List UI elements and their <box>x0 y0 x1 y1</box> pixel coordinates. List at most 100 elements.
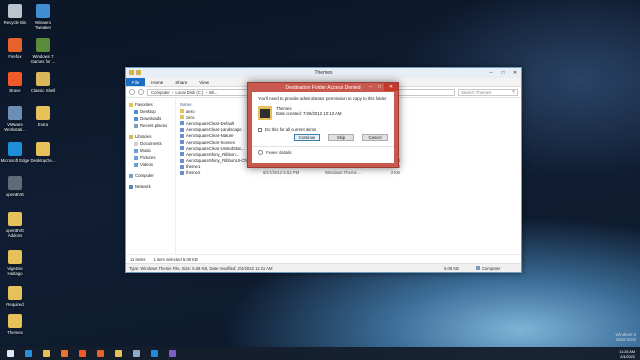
desktop-icon-label: Classic Shell <box>30 88 56 93</box>
taskbar-media-button[interactable] <box>57 348 71 359</box>
desktop-icon-item[interactable]: openBVE <box>0 176 30 197</box>
recent-icon <box>134 123 138 128</box>
close-button[interactable]: ✕ <box>509 68 521 77</box>
tab-view[interactable]: View <box>193 78 215 86</box>
back-button[interactable] <box>129 89 135 95</box>
nav-favorites[interactable]: Favorites <box>129 101 175 108</box>
file-name: AeroSquareClear-UnitedStat... <box>186 145 245 151</box>
app-icon <box>8 250 22 264</box>
taskbar-start-button[interactable] <box>3 348 17 359</box>
continue-button[interactable]: Continue <box>294 134 320 141</box>
breadcrumb-computer[interactable]: Computer <box>151 90 170 95</box>
minimize-button[interactable]: – <box>485 68 497 77</box>
desktop-icon-item[interactable]: Winaero Tweaker <box>28 4 58 30</box>
details-size: 5.08 KB <box>444 265 459 271</box>
search-input[interactable]: Search Themes ⚲ <box>458 88 518 96</box>
nav-documents[interactable]: Documents <box>129 140 175 147</box>
edge-icon <box>150 350 158 357</box>
desktop-icon-item[interactable]: Recycle Bin <box>0 4 30 25</box>
desktop-icon-item[interactable]: Themes <box>0 314 30 335</box>
file-row[interactable]: theme2 8/17/2012 5:52 PM Windows Theme ...… <box>180 170 521 176</box>
nav-label: Computer <box>135 173 154 178</box>
breadcrumb-windows[interactable]: Wi... <box>209 90 218 95</box>
folder-icon[interactable] <box>129 70 134 75</box>
skip-button[interactable]: Skip <box>328 134 354 141</box>
taskbar-edge-button[interactable] <box>147 348 161 359</box>
nav-label: Music <box>140 148 152 153</box>
tab-share[interactable]: Share <box>169 78 193 86</box>
desktop-icon-item[interactable]: Classic Shell <box>28 72 58 93</box>
theme-file-icon <box>180 127 184 132</box>
desktop-icon-item[interactable]: Firefox <box>0 38 30 59</box>
computer-icon <box>476 266 480 270</box>
desktop-icon-label: Themes <box>7 330 23 335</box>
file-name: AeroSquareClear-Nature <box>186 133 234 139</box>
system-clock[interactable]: 11:26 AM 2/4/2022 <box>619 350 635 359</box>
maximize-button[interactable]: □ <box>375 83 384 91</box>
nav-downloads[interactable]: Downloads <box>129 115 175 122</box>
taskbar-explorer-button[interactable] <box>39 348 53 359</box>
desktop-icon-label: Windows 7 Games for ... <box>30 54 56 64</box>
desktop-icon-label: VMware Workstati... <box>4 122 26 132</box>
taskbar-vs-button[interactable] <box>165 348 179 359</box>
forward-button[interactable] <box>138 89 144 95</box>
taskbar-brave-button[interactable] <box>75 348 89 359</box>
desktop-icon-item[interactable]: Microsoft Edge <box>0 142 30 163</box>
taskbar-firefox-button[interactable] <box>93 348 107 359</box>
location-label: Computer <box>482 265 501 271</box>
theme-file-icon <box>180 140 184 145</box>
desktop-icon-item[interactable]: Brave <box>0 72 30 93</box>
apply-all-checkbox[interactable] <box>258 127 262 132</box>
nav-videos[interactable]: Videos <box>129 161 175 168</box>
properties-icon[interactable] <box>136 70 141 75</box>
taskbar-ie-button[interactable] <box>21 348 35 359</box>
cancel-button[interactable]: Cancel <box>362 134 388 141</box>
nav-recent[interactable]: Recent places <box>129 122 175 129</box>
library-icon <box>129 134 133 139</box>
fewer-details-label: Fewer details <box>266 150 292 155</box>
file-date: 8/17/2012 5:52 PM <box>263 170 300 176</box>
theme-file-icon <box>180 164 184 169</box>
download-icon <box>134 116 138 121</box>
minimize-button[interactable]: – <box>366 83 375 91</box>
close-button[interactable]: ✕ <box>384 83 398 91</box>
tab-home[interactable]: Home <box>145 78 169 86</box>
tab-file[interactable]: File <box>126 78 146 86</box>
details-text: Type: Windows Theme File, Size: 5.08 KB,… <box>129 265 273 271</box>
nav-network[interactable]: Network <box>129 183 175 190</box>
desktop-icon-item[interactable]: Windows 7 Games for ... <box>28 38 58 64</box>
music-icon <box>134 148 138 153</box>
file-name: AeroSquareClear-Default <box>186 120 235 126</box>
computer-icon <box>129 173 133 178</box>
taskbar-vm-button[interactable] <box>129 348 143 359</box>
star-icon <box>129 102 133 107</box>
desktop-icon-item[interactable]: Extra <box>28 106 58 127</box>
breadcrumb-local-disk[interactable]: Local Disk (C:) <box>175 90 203 95</box>
app-icon <box>36 38 50 52</box>
app-icon <box>8 314 22 328</box>
nav-libraries[interactable]: Libraries <box>129 133 175 140</box>
desktop-icon-item[interactable]: DesktopGe... <box>28 142 58 163</box>
explorer-titlebar: Themes – □ ✕ <box>126 68 521 78</box>
chevron-up-icon <box>258 150 263 155</box>
nav-music[interactable]: Music <box>129 147 175 154</box>
fewer-details-toggle[interactable]: Fewer details <box>258 150 388 155</box>
taskbar-folder-button[interactable] <box>111 348 125 359</box>
nav-computer[interactable]: Computer <box>129 172 175 179</box>
desktop-icon-label: openBVE Addons <box>5 228 25 238</box>
theme-file-icon <box>180 146 184 151</box>
nav-desktop[interactable]: Desktop <box>129 108 175 115</box>
maximize-button[interactable]: □ <box>497 68 509 77</box>
desktop-icon-item[interactable]: VMware Workstati... <box>0 106 30 132</box>
theme-file-icon <box>180 158 184 163</box>
desktop-icon-item[interactable]: openBVE Addons <box>0 212 30 238</box>
desktop-icon-label: Extra <box>37 122 49 127</box>
apply-all-row[interactable]: Do this for all current items <box>258 127 388 132</box>
access-denied-dialog: Destination Folder Access Denied – □ ✕ Y… <box>247 82 399 168</box>
desktop-icon-item[interactable]: Required <box>0 286 30 307</box>
desktop-icon-item[interactable]: Vigetnie Harlago <box>0 250 30 276</box>
nav-pictures[interactable]: Pictures <box>129 154 175 161</box>
vm-icon <box>132 350 140 357</box>
desktop-icon-label: Winaero Tweaker <box>34 20 52 30</box>
watermark-line2: Build 9200 <box>616 337 636 342</box>
